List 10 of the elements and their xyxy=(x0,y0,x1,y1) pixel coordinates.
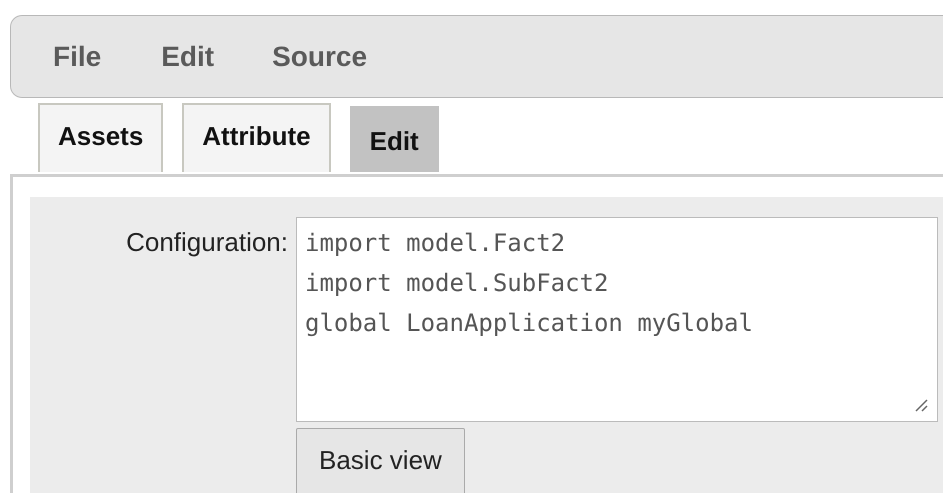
tab[interactable]: Edit xyxy=(350,106,439,172)
tab[interactable]: Assets xyxy=(38,103,164,172)
menu-item[interactable]: Source xyxy=(272,40,368,72)
menu-item[interactable]: Edit xyxy=(161,40,214,72)
configuration-label: Configuration: xyxy=(125,226,289,258)
menu-item[interactable]: File xyxy=(53,40,102,72)
tab[interactable]: Attribute xyxy=(182,103,331,172)
resize-grip-icon[interactable] xyxy=(914,398,928,412)
configuration-field[interactable]: import model.Fact2 import model.SubFact2 global LoanApplication myGlobal xyxy=(296,217,938,422)
basic-view-button[interactable]: Basic view xyxy=(296,428,465,493)
